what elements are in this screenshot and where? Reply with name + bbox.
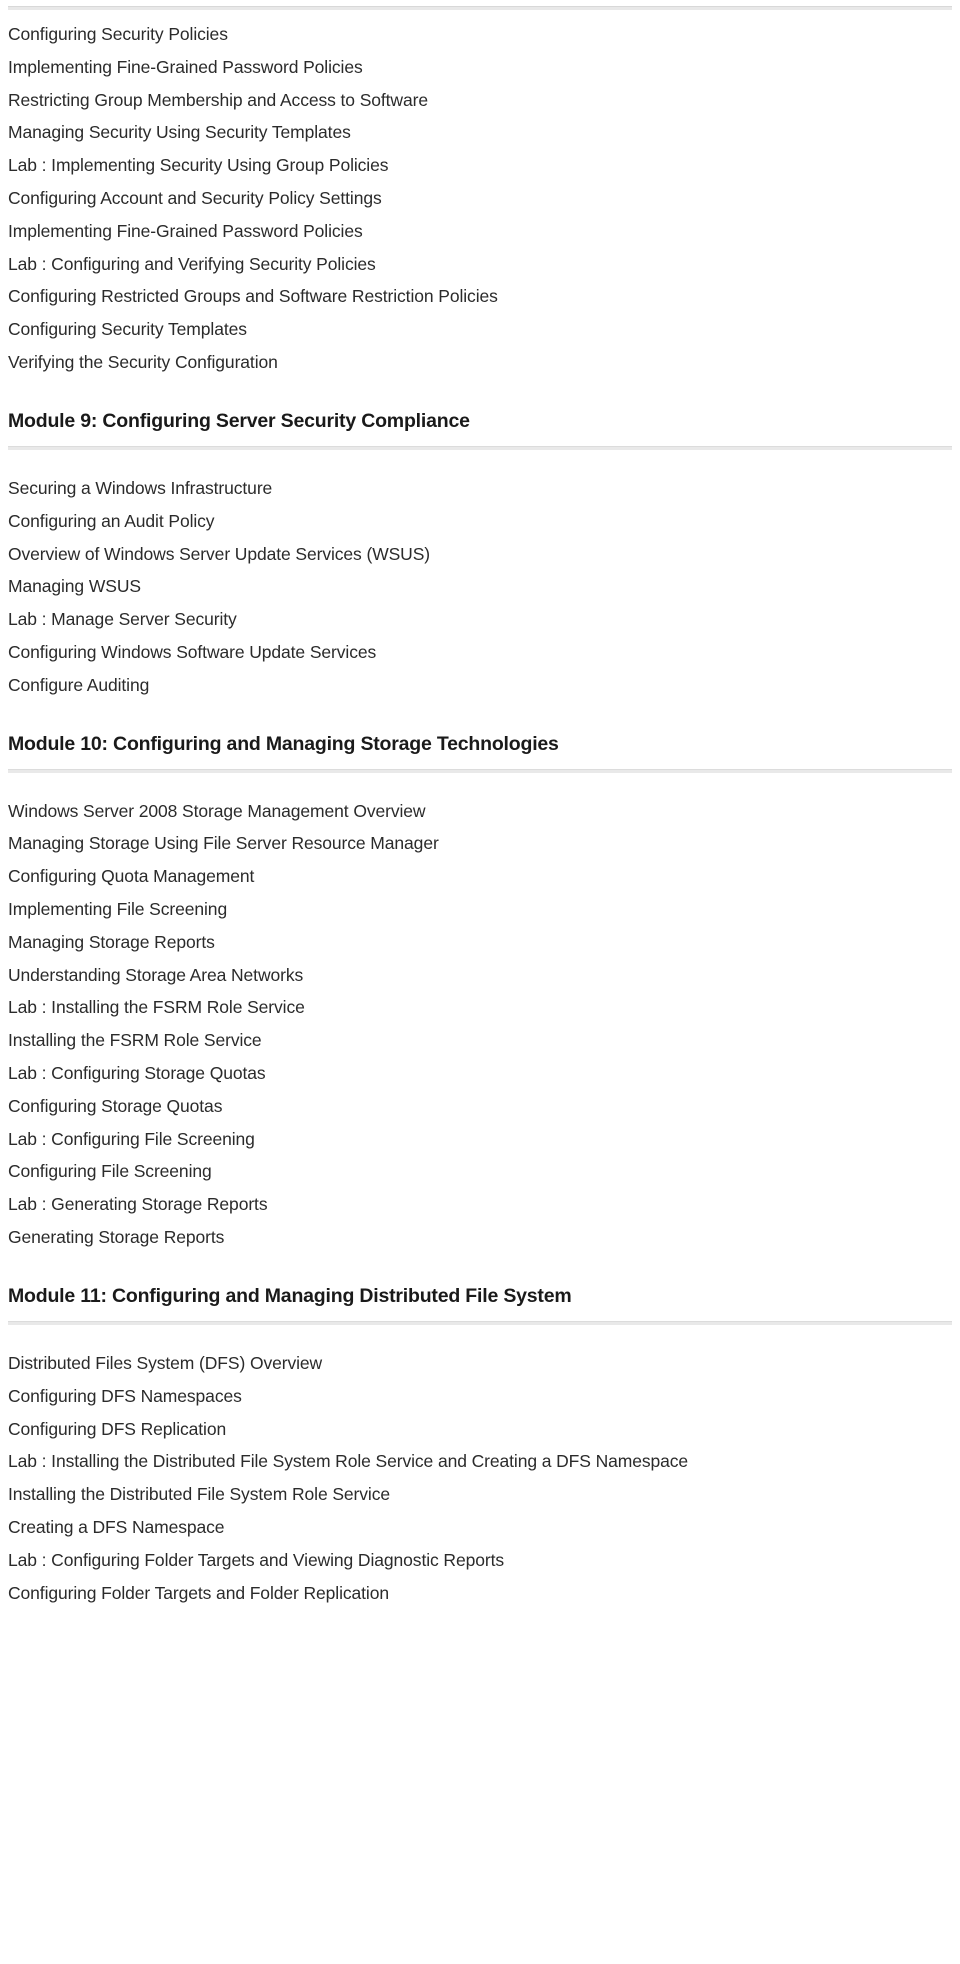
topic-item: Lab : Implementing Security Using Group … [8,155,389,176]
topic-item: Lab : Configuring Folder Targets and Vie… [8,1549,504,1570]
topic-item: Configuring Security Policies [8,24,228,44]
topic-item: Configuring an Audit Policy [8,510,215,531]
topic-item: Lab : Manage Server Security [8,609,237,630]
topic-list: Configuring Security Policies Implementin… [8,24,952,372]
module-heading-block: Module 11: Configuring and Managing Dist… [8,1285,952,1325]
topic-item: Configuring Quota Management [8,866,255,887]
module-heading: Module 10: Configuring and Managing Stor… [8,733,559,756]
document-page: Configuring Security Policies Implementin… [0,0,960,1964]
module-heading-divider [8,768,952,773]
topic-item: Lab : Configuring and Verifying Security… [8,253,376,274]
topic-item: Configuring Folder Targets and Folder Re… [8,1582,389,1603]
topic-item: Understanding Storage Area Networks [8,964,304,985]
topic-item: Configuring Account and Security Policy … [8,187,382,208]
outline-section-module-8-continued: Configuring Security Policies Implementin… [8,24,952,372]
topic-item: Lab : Installing the FSRM Role Service [8,997,305,1018]
topic-list: Securing a Windows Infrastructure Configu… [8,477,952,695]
outline-sections: Configuring Security Policies Implementin… [8,24,952,1602]
topic-list: Windows Server 2008 Storage Management O… [8,800,952,1247]
topic-item: Installing the FSRM Role Service [8,1030,262,1051]
topic-item: Configuring DFS Replication [8,1418,227,1439]
outline-section-module-11: Module 11: Configuring and Managing Dist… [8,1286,952,1602]
topic-item: Configuring File Screening [8,1161,212,1182]
topic-list: Distributed Files System (DFS) Overview C… [8,1352,952,1603]
page-top-divider [8,6,952,10]
module-heading: Module 11: Configuring and Managing Dist… [8,1285,572,1308]
topic-item: Implementing Fine-Grained Password Polic… [8,56,363,77]
topic-item: Lab : Installing the Distributed File Sy… [8,1451,689,1472]
topic-item: Windows Server 2008 Storage Management O… [8,800,426,821]
topic-item: Overview of Windows Server Update Servic… [8,543,431,564]
module-heading-block: Module 10: Configuring and Managing Stor… [8,733,952,773]
topic-item: Generating Storage Reports [8,1226,225,1247]
topic-item: Implementing Fine-Grained Password Polic… [8,220,363,241]
topic-item: Configure Auditing [8,674,150,695]
topic-item: Configuring Windows Software Update Serv… [8,641,377,662]
topic-item: Restricting Group Membership and Access … [8,89,428,110]
module-heading-block: Module 9: Configuring Server Security Co… [8,410,952,450]
topic-item: Managing Security Using Security Templat… [8,122,351,143]
topic-item: Lab : Configuring Storage Quotas [8,1063,266,1083]
topic-item: Managing Storage Using File Server Resou… [8,833,439,854]
document-content: Configuring Security Policies Implementin… [0,0,960,1602]
topic-item: Lab : Generating Storage Reports [8,1194,268,1215]
topic-item: Creating a DFS Namespace [8,1516,225,1537]
topic-item: Managing Storage Reports [8,931,215,952]
module-heading: Module 9: Configuring Server Security Co… [8,410,470,433]
topic-item: Installing the Distributed File System R… [8,1484,391,1505]
module-heading-divider [8,1320,952,1325]
module-heading-divider [8,445,952,450]
topic-item: Verifying the Security Configuration [8,351,278,372]
topic-item: Configuring Storage Quotas [8,1095,223,1116]
topic-item: Lab : Configuring File Screening [8,1128,255,1149]
topic-item: Configuring DFS Namespaces [8,1385,242,1406]
topic-item: Securing a Windows Infrastructure [8,477,273,498]
topic-item: Managing WSUS [8,576,141,597]
topic-item: Implementing File Screening [8,899,228,920]
topic-item: Distributed Files System (DFS) Overview [8,1352,323,1373]
outline-section-module-10: Module 10: Configuring and Managing Stor… [8,733,952,1247]
outline-section-module-9: Module 9: Configuring Server Security Co… [8,411,952,694]
topic-item: Configuring Security Templates [8,319,247,340]
topic-item: Configuring Restricted Groups and Softwa… [8,286,498,307]
